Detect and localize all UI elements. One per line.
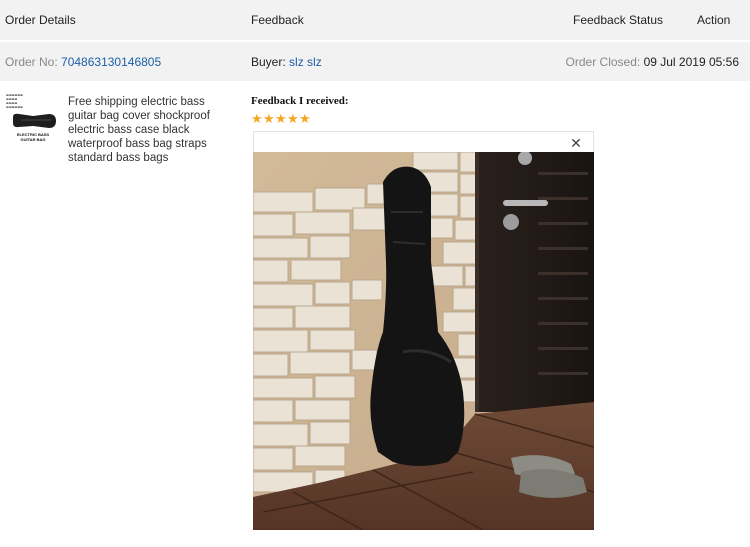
star-icon: ★	[275, 111, 287, 126]
star-rating: ★★★★★	[251, 110, 311, 126]
star-icon: ★	[299, 111, 311, 126]
feedback-photo[interactable]	[253, 152, 594, 530]
buyer-name-link[interactable]: slz slz	[289, 55, 322, 69]
buyer: Buyer: slz slz	[251, 55, 322, 69]
thumbnail-spec-text: ▬▬▬▬▬▬ ▬▬▬▬ ▬▬▬▬ ▬▬▬▬▬▬	[6, 93, 24, 109]
thumbnail-caption: ELECTRIC BASS GUITAR BAG	[16, 132, 50, 142]
order-no-label: Order No:	[5, 55, 58, 69]
table-header: Order Details Feedback Feedback Status A…	[0, 0, 750, 40]
guitar-bag-icon	[13, 113, 56, 128]
star-icon: ★	[263, 111, 275, 126]
order-number-link[interactable]: 704863130146805	[61, 55, 161, 69]
order-number: Order No: 704863130146805	[5, 55, 161, 69]
close-icon[interactable]: ✕	[569, 136, 583, 150]
order-closed-date: 09 Jul 2019 05:56	[643, 55, 739, 69]
header-action: Action	[697, 13, 731, 27]
header-feedback: Feedback	[251, 13, 304, 27]
buyer-label: Buyer:	[251, 55, 286, 69]
star-icon: ★	[287, 111, 299, 126]
product-thumbnail[interactable]: ▬▬▬▬▬▬ ▬▬▬▬ ▬▬▬▬ ▬▬▬▬▬▬ ELECTRIC BASS GUITA…	[5, 93, 59, 147]
order-row: Order No: 704863130146805 Buyer: slz slz…	[0, 42, 750, 81]
header-feedback-status: Feedback Status	[573, 13, 664, 27]
product-title[interactable]: Free shipping electric bass guitar bag c…	[68, 95, 218, 165]
order-closed-label: Order Closed:	[565, 55, 641, 69]
order-closed: Order Closed: 09 Jul 2019 05:56	[566, 55, 739, 69]
feedback-label: Feedback I received:	[251, 95, 349, 107]
header-order-details: Order Details	[5, 13, 76, 27]
star-icon: ★	[251, 111, 263, 126]
